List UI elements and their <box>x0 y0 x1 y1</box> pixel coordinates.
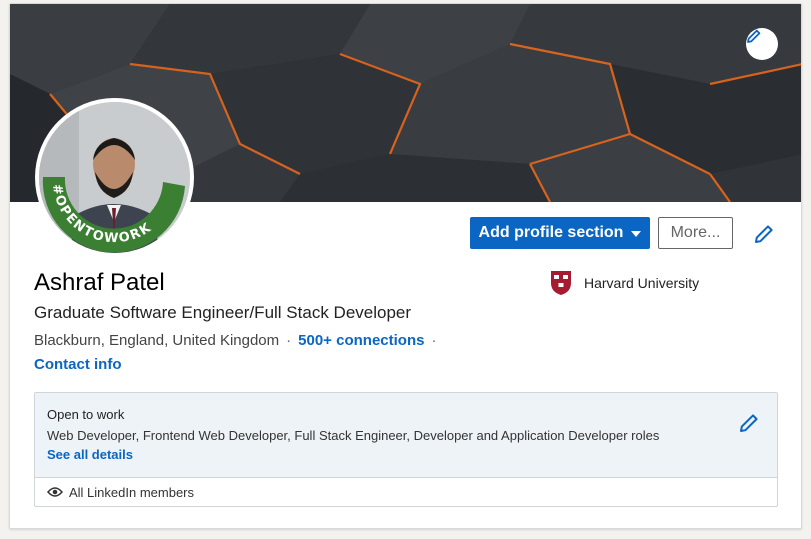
education-item[interactable]: Harvard University <box>550 270 699 296</box>
edit-banner-button[interactable] <box>746 28 778 60</box>
education-name: Harvard University <box>584 275 700 291</box>
profile-location: Blackburn, England, United Kingdom <box>34 332 280 349</box>
location-line: Blackburn, England, United Kingdom · 500+ … <box>34 332 443 349</box>
pencil-icon <box>747 29 761 43</box>
eye-icon <box>47 487 63 497</box>
more-button[interactable]: More... <box>658 217 733 249</box>
see-all-details-link[interactable]: See all details <box>47 447 133 462</box>
contact-info-link[interactable]: Contact info <box>34 356 122 373</box>
open-to-work-roles: Web Developer, Frontend Web Developer, F… <box>47 428 660 443</box>
visibility-label: All LinkedIn members <box>69 484 194 500</box>
open-to-work-frame-text: #OPENTOWORK <box>49 183 153 247</box>
pencil-icon <box>740 414 758 432</box>
open-to-work-header: Open to work Web Developer, Frontend Web… <box>35 393 777 478</box>
svg-text:#OPENTOWORK: #OPENTOWORK <box>49 183 155 247</box>
profile-card: #OPENTOWORK Add profile section More... … <box>9 3 802 529</box>
harvard-shield-icon <box>551 271 571 295</box>
open-to-work-card: Open to work Web Developer, Frontend Web… <box>34 392 778 507</box>
edit-intro-button[interactable] <box>752 222 776 246</box>
open-to-work-title: Open to work <box>47 407 125 422</box>
add-profile-section-label: Add profile section <box>478 224 624 241</box>
pencil-icon <box>755 225 773 243</box>
edit-open-to-work-button[interactable] <box>737 411 761 435</box>
visibility-row: All LinkedIn members <box>35 478 777 506</box>
profile-name: Ashraf Patel <box>34 269 165 296</box>
caret-down-icon <box>631 231 642 237</box>
connections-link[interactable]: 500+ connections <box>298 332 424 349</box>
profile-headline: Graduate Software Engineer/Full Stack De… <box>34 303 412 322</box>
separator-dot: · <box>286 332 292 349</box>
separator-dot: · <box>431 332 437 349</box>
open-to-work-frame: #OPENTOWORK <box>42 177 186 253</box>
profile-avatar[interactable]: #OPENTOWORK <box>35 98 194 257</box>
add-profile-section-button[interactable]: Add profile section <box>470 217 650 249</box>
